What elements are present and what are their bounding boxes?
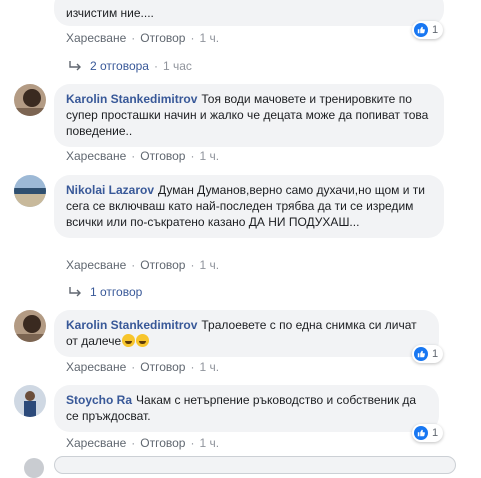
reply-link[interactable]: Отговор: [140, 149, 185, 163]
timestamp[interactable]: 1 ч.: [199, 360, 219, 374]
like-link[interactable]: Харесване: [66, 436, 126, 450]
like-link[interactable]: Харесване: [66, 360, 126, 374]
comment-bubble: Stoycho Ra Чакам с нетърпение ръководство…: [54, 385, 439, 432]
reaction-number: 1: [432, 348, 439, 360]
comment-bubble: Karolin Stankedimitrov Тралоевете с по ед…: [54, 310, 439, 357]
reply-arrow-icon: [68, 61, 82, 71]
comment-bubble: Karolin Stankedimitrov Тоя води мачовете …: [54, 84, 444, 147]
timestamp[interactable]: 1 ч.: [199, 149, 219, 163]
reaction-number: 1: [432, 427, 439, 439]
like-link[interactable]: Харесване: [66, 149, 126, 163]
reaction-number: 1: [432, 24, 439, 36]
like-icon: [414, 426, 428, 440]
comment-author[interactable]: Karolin Stankedimitrov: [66, 92, 197, 106]
comment-bubble: Nikolai Lazarov Думан Думанов,верно само …: [54, 175, 444, 238]
like-icon: [414, 347, 428, 361]
avatar[interactable]: [14, 385, 46, 417]
comment-author[interactable]: Stoycho Ra: [66, 393, 132, 407]
comment-actions: Харесване · Отговор · 1 ч.: [66, 149, 220, 163]
view-replies-link[interactable]: 1 отговор: [68, 285, 142, 299]
replies-count[interactable]: 1 отговор: [90, 285, 142, 299]
reaction-count[interactable]: 1: [412, 21, 444, 39]
view-replies-link[interactable]: 2 отговора · 1 час: [68, 59, 192, 73]
comment-text: изчистим ние....: [66, 6, 154, 20]
replies-count[interactable]: 2 отговора: [90, 59, 149, 73]
like-icon: [414, 23, 428, 37]
comment-actions: Харесване · Отговор · 1 ч.: [66, 436, 220, 450]
reply-link[interactable]: Отговор: [140, 258, 185, 272]
timestamp[interactable]: 1 ч.: [199, 436, 219, 450]
comment-author[interactable]: Karolin Stankedimitrov: [66, 318, 197, 332]
replies-time: 1 час: [162, 59, 192, 73]
comment-actions: Харесване · Отговор · 1 ч.: [66, 360, 220, 374]
reply-link[interactable]: Отговор: [140, 31, 185, 45]
reply-input-partial[interactable]: [54, 456, 456, 474]
avatar: [24, 458, 44, 478]
avatar[interactable]: [14, 84, 46, 116]
comment-actions: Харесване · Отговор · 1 ч.: [66, 258, 220, 272]
laughing-emoji-icon: [136, 334, 150, 347]
reply-link[interactable]: Отговор: [140, 360, 185, 374]
like-link[interactable]: Харесване: [66, 258, 126, 272]
like-link[interactable]: Харесване: [66, 31, 126, 45]
avatar[interactable]: [14, 310, 46, 342]
reaction-count[interactable]: 1: [412, 345, 444, 363]
reaction-count[interactable]: 1: [412, 424, 444, 442]
comment-actions: Харесване · Отговор · 1 ч.: [66, 31, 220, 45]
reply-link[interactable]: Отговор: [140, 436, 185, 450]
avatar[interactable]: [14, 175, 46, 207]
reply-arrow-icon: [68, 287, 82, 297]
comment-bubble: изчистим ние....: [54, 0, 444, 26]
comment-author[interactable]: Nikolai Lazarov: [66, 183, 154, 197]
timestamp[interactable]: 1 ч.: [199, 31, 219, 45]
timestamp[interactable]: 1 ч.: [199, 258, 219, 272]
laughing-emoji-icon: [122, 334, 136, 347]
